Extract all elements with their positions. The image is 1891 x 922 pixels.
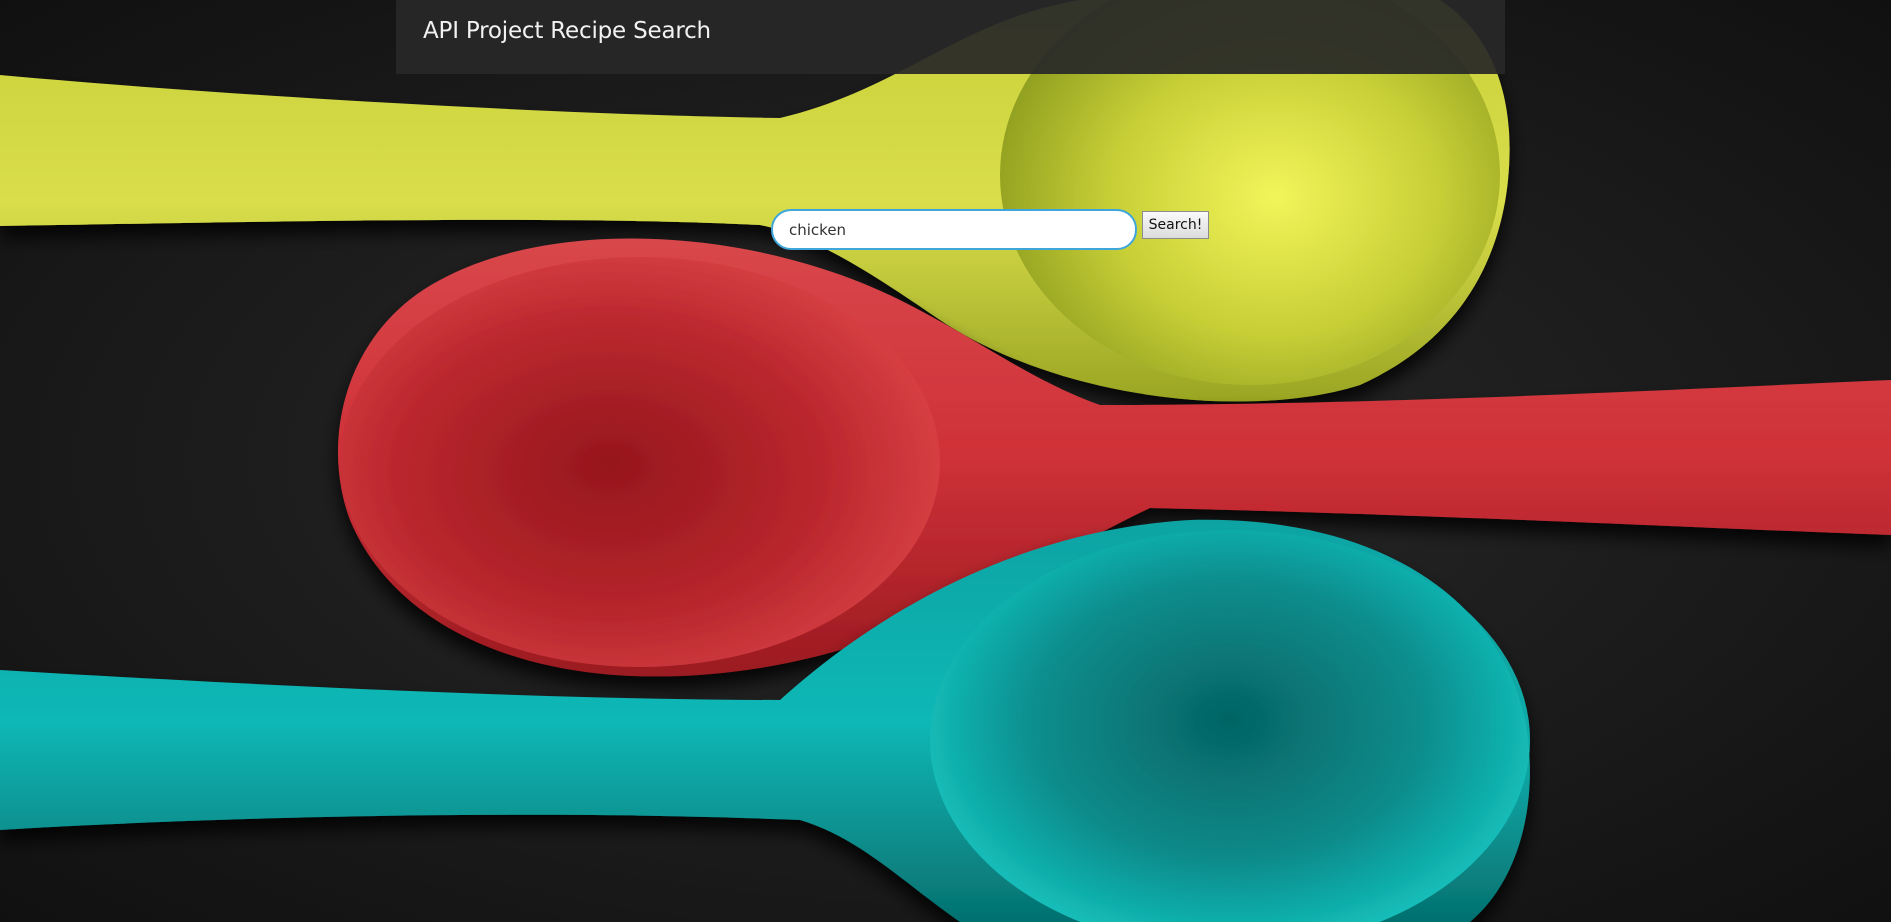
site-title[interactable]: API Project Recipe Search [423,18,711,44]
navbar: API Project Recipe Search [396,0,1505,74]
search-input[interactable] [771,209,1137,250]
search-button[interactable]: Search! [1142,211,1209,239]
background-image [0,0,1891,922]
page: API Project Recipe Search Search! [0,0,1891,922]
